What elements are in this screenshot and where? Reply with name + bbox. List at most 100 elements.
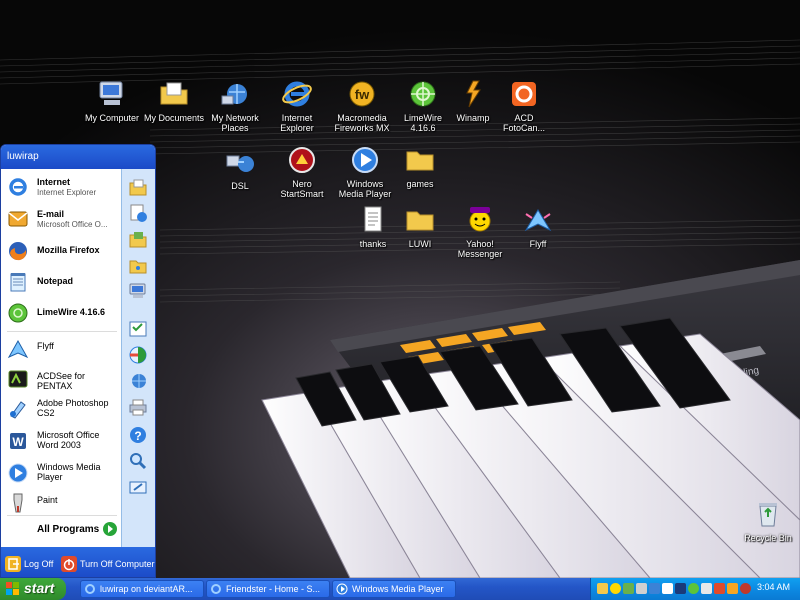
my-documents-icon bbox=[160, 82, 188, 105]
desktop-icon-my-network-places[interactable]: My Network Places bbox=[203, 78, 267, 133]
msn-icon[interactable] bbox=[623, 583, 634, 594]
taskbar: start luwirap on deviantAR... Friendster… bbox=[0, 578, 800, 600]
set-program-access-icon[interactable] bbox=[128, 345, 148, 365]
antivirus-icon[interactable] bbox=[636, 583, 647, 594]
start-menu-separator bbox=[7, 515, 117, 516]
start-item-title: Notepad bbox=[37, 276, 73, 286]
nero-icon[interactable] bbox=[649, 583, 660, 594]
acdsee-icon bbox=[8, 370, 28, 388]
start-item-internet[interactable]: Internet Internet Explorer bbox=[5, 173, 121, 201]
outlook-icon bbox=[8, 211, 28, 227]
taskbar-button-label: luwirap on deviantAR... bbox=[100, 584, 193, 594]
log-off-icon bbox=[5, 556, 21, 572]
fireworks-icon: fw bbox=[349, 81, 375, 107]
taskbar-button-label: Windows Media Player bbox=[352, 584, 444, 594]
desktop-icon-my-documents[interactable]: My Documents bbox=[142, 78, 206, 123]
desktop-icon-label: My Network Places bbox=[211, 113, 259, 133]
start-item-paint[interactable]: Paint bbox=[5, 489, 121, 517]
connect-to-icon[interactable] bbox=[128, 371, 148, 391]
desktop-icon-label: Recycle Bin bbox=[744, 533, 792, 543]
taskbar-button-friendster[interactable]: Friendster - Home - S... bbox=[206, 580, 330, 598]
arrow-right-icon bbox=[103, 522, 117, 536]
my-music-icon[interactable] bbox=[128, 255, 148, 275]
network-icon[interactable] bbox=[597, 583, 608, 594]
desktop-icon-my-computer[interactable]: My Computer bbox=[80, 78, 144, 123]
start-item-firefox[interactable]: Mozilla Firefox bbox=[5, 237, 121, 265]
safely-remove-icon[interactable] bbox=[701, 583, 712, 594]
text-document-icon bbox=[364, 206, 382, 232]
desktop-icon-fireworks[interactable]: fw Macromedia Fireworks MX bbox=[330, 78, 394, 133]
taskbar-button-deviantart[interactable]: luwirap on deviantAR... bbox=[80, 580, 204, 598]
start-item-email[interactable]: E-mail Microsoft Office O... bbox=[5, 205, 121, 233]
start-item-media-player[interactable]: Windows Media Player bbox=[5, 459, 121, 487]
all-programs-button[interactable]: All Programs bbox=[5, 519, 119, 541]
notepad-icon bbox=[10, 273, 26, 292]
my-recent-documents-icon[interactable] bbox=[128, 203, 148, 223]
internet-explorer-icon bbox=[85, 584, 95, 594]
start-item-title: E-mail bbox=[37, 209, 65, 219]
start-item-acdsee[interactable]: ACDSee for PENTAX bbox=[5, 365, 121, 393]
word-icon: W bbox=[10, 433, 26, 449]
power-icon bbox=[61, 556, 77, 572]
printers-icon[interactable] bbox=[128, 397, 148, 417]
log-off-button[interactable]: Log Off bbox=[5, 556, 59, 572]
firefox-icon bbox=[9, 242, 27, 261]
desktop-icon-label: My Documents bbox=[143, 113, 205, 123]
yahoo-messenger-icon[interactable] bbox=[610, 583, 621, 594]
start-item-title: Windows Media Player bbox=[37, 462, 101, 482]
winamp-icon[interactable] bbox=[727, 583, 738, 594]
flyff-icon[interactable] bbox=[740, 583, 751, 594]
start-menu: luwirap Internet Internet Explorer E-mai… bbox=[0, 144, 156, 578]
internet-explorer-icon bbox=[9, 178, 27, 196]
my-pictures-icon[interactable] bbox=[128, 229, 148, 249]
desktop-icon-dsl[interactable]: DSL bbox=[208, 146, 272, 191]
folder-icon bbox=[406, 211, 434, 231]
taskbar-button-media-player[interactable]: Windows Media Player bbox=[332, 580, 456, 598]
firewall-icon[interactable] bbox=[714, 583, 725, 594]
limewire-icon bbox=[8, 303, 28, 323]
turn-off-button[interactable]: Turn Off Computer bbox=[61, 556, 155, 572]
security-icon[interactable] bbox=[662, 583, 673, 594]
user-name: luwirap bbox=[7, 151, 39, 162]
run-icon[interactable] bbox=[128, 477, 148, 497]
flyff-icon bbox=[524, 209, 552, 232]
desktop-icon-nero[interactable]: Nero StartSmart bbox=[270, 144, 334, 199]
start-item-photoshop[interactable]: Adobe Photoshop CS2 bbox=[5, 395, 121, 423]
clock[interactable]: 3:04 AM bbox=[757, 582, 790, 592]
desktop-icon-label: Flyff bbox=[529, 239, 547, 249]
desktop-icon-recycle-bin[interactable]: Recycle Bin bbox=[736, 498, 800, 543]
desktop-icon-yahoo-messenger[interactable]: Yahoo! Messenger bbox=[448, 204, 512, 259]
volume-icon[interactable] bbox=[675, 583, 686, 594]
desktop-icon-acd-fotocanvas[interactable]: ACD FotoCan... bbox=[492, 78, 556, 133]
start-item-title: Paint bbox=[37, 495, 58, 505]
dsl-connection-icon bbox=[226, 155, 254, 172]
desktop-icon-label: DSL bbox=[231, 181, 249, 191]
help-icon[interactable]: ? bbox=[128, 425, 148, 445]
start-item-flyff[interactable]: Flyff bbox=[5, 335, 121, 363]
desktop-icon-label: Nero StartSmart bbox=[280, 179, 324, 199]
media-player-icon bbox=[8, 463, 28, 483]
start-item-title: Mozilla Firefox bbox=[37, 245, 100, 255]
my-computer-icon[interactable] bbox=[128, 281, 148, 301]
desktop-icon-games[interactable]: games bbox=[388, 144, 452, 189]
my-documents-icon[interactable] bbox=[128, 177, 148, 197]
desktop-icon-luwi[interactable]: LUWI bbox=[388, 204, 452, 249]
search-icon[interactable] bbox=[128, 451, 148, 471]
desktop-icon-label: Macromedia Fireworks MX bbox=[334, 113, 390, 133]
start-item-notepad[interactable]: Notepad bbox=[5, 268, 121, 296]
start-item-limewire[interactable]: LimeWire 4.16.6 bbox=[5, 299, 121, 327]
start-item-word[interactable]: W Microsoft Office Word 2003 bbox=[5, 427, 121, 455]
desktop-icon-flyff[interactable]: Flyff bbox=[506, 204, 570, 249]
log-off-label: Log Off bbox=[24, 559, 54, 569]
limewire-icon[interactable] bbox=[688, 583, 699, 594]
start-item-title: Flyff bbox=[37, 341, 54, 351]
winamp-icon bbox=[466, 80, 481, 108]
desktop-icon-internet-explorer[interactable]: Internet Explorer bbox=[265, 78, 329, 133]
control-panel-icon[interactable] bbox=[128, 319, 148, 339]
start-button[interactable]: start bbox=[0, 578, 66, 600]
turn-off-label: Turn Off Computer bbox=[80, 559, 155, 569]
photoshop-icon bbox=[10, 401, 26, 419]
start-label: start bbox=[24, 580, 55, 596]
svg-text:?: ? bbox=[134, 429, 141, 443]
start-item-title: LimeWire 4.16.6 bbox=[37, 307, 105, 317]
